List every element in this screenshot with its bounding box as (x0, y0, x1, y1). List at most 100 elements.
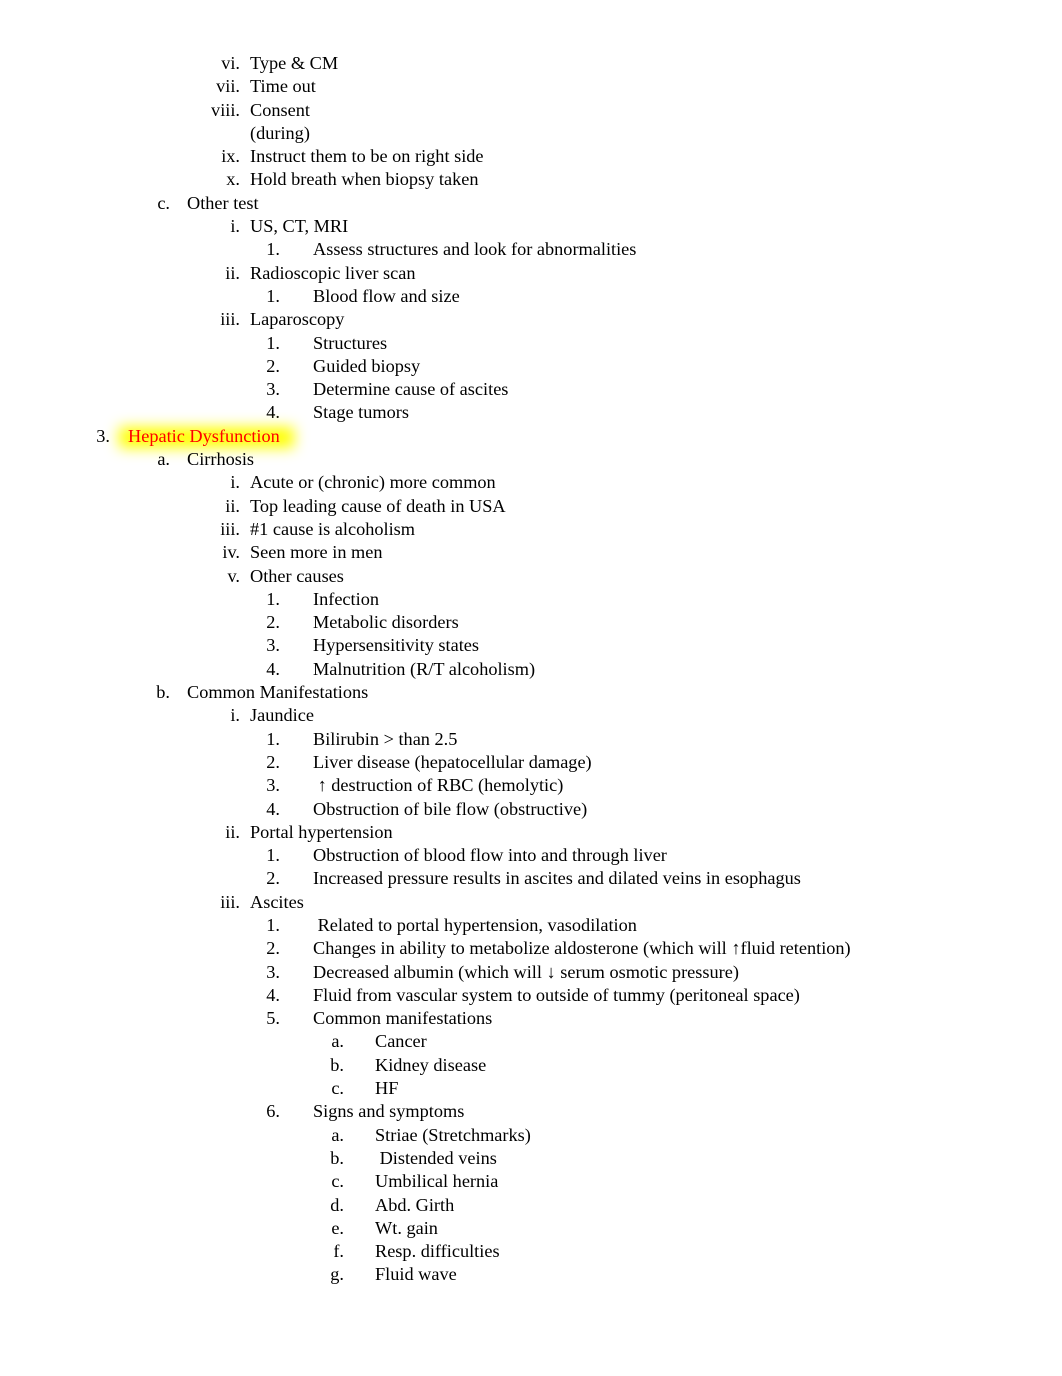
outline-item: 2. Liver disease (hepatocellular damage) (0, 751, 1062, 774)
outline-item: b. Kidney disease (0, 1054, 1062, 1077)
outline-item: c. Umbilical hernia (0, 1170, 1062, 1193)
outline-text: Cirrhosis (187, 449, 255, 470)
outline-marker: 2. (266, 355, 280, 376)
outline-marker: 4. (266, 658, 280, 679)
outline-marker: iv. (222, 542, 240, 563)
outline-item: v. Other causes (0, 565, 1062, 588)
outline-item: ix. Instruct them to be on right side (0, 145, 1062, 168)
outline-marker: e. (331, 1217, 344, 1238)
outline-item: 3. Decreased albumin (which will ↓ serum … (0, 961, 1062, 984)
outline-text: Infection (313, 588, 379, 609)
outline-marker: i. (230, 216, 240, 237)
outline-item: 4. Obstruction of bile flow (obstructive) (0, 798, 1062, 821)
outline-item: a. Striae (Stretchmarks) (0, 1124, 1062, 1147)
outline-marker: 2. (266, 612, 280, 633)
outline-marker: 3. (96, 425, 110, 446)
outline-text: Resp. difficulties (375, 1241, 500, 1262)
outline-text: #1 cause is alcoholism (250, 518, 416, 539)
outline-text: Portal hypertension (250, 821, 393, 842)
outline-text: Seen more in men (250, 542, 383, 563)
outline-text: Abd. Girth (375, 1194, 455, 1215)
outline-marker: b. (330, 1147, 344, 1168)
outline-text: Blood flow and size (313, 285, 460, 306)
outline-marker: 1. (266, 728, 280, 749)
outline-text: Ascites (250, 891, 304, 912)
outline-marker: 2. (266, 751, 280, 772)
outline-item: 4. Fluid from vascular system to outside … (0, 984, 1062, 1007)
outline-text: Assess structures and look for abnormali… (313, 239, 637, 260)
outline-item: 1. Related to portal hypertension, vasod… (0, 914, 1062, 937)
outline-item: vii. Time out (0, 75, 1062, 98)
outline-text: Kidney disease (375, 1054, 487, 1075)
outline-item: i. Jaundice (0, 704, 1062, 727)
outline-text: Guided biopsy (313, 355, 421, 376)
outline-text: Acute or (chronic) more common (250, 472, 496, 493)
outline-marker: 1. (266, 845, 280, 866)
outline-text: Top leading cause of death in USA (250, 495, 506, 516)
outline-marker: 3. (266, 379, 280, 400)
outline-marker: ix. (221, 146, 240, 167)
outline-item: iii. #1 cause is alcoholism (0, 518, 1062, 541)
outline-marker: v. (227, 565, 240, 586)
outline-item: ii. Top leading cause of death in USA (0, 495, 1062, 518)
outline-marker: 1. (266, 285, 280, 306)
outline-item: e. Wt. gain (0, 1217, 1062, 1240)
outline-text: Related to portal hypertension, vasodila… (313, 914, 637, 935)
outline-item: 1. Infection (0, 588, 1062, 611)
outline-item: 1. Assess structures and look for abnorma… (0, 238, 1062, 261)
outline-marker: vi. (221, 53, 240, 73)
outline-marker: iii. (220, 518, 240, 539)
outline-marker: b. (330, 1054, 344, 1075)
outline-marker: iii. (220, 891, 240, 912)
outline-text: Jaundice (250, 705, 314, 726)
outline-text: Wt. gain (375, 1217, 438, 1238)
outline-item: f. Resp. difficulties (0, 1240, 1062, 1263)
outline-text: Striae (Stretchmarks) (375, 1124, 531, 1145)
outline-item: ii. Radioscopic liver scan (0, 262, 1062, 285)
outline-marker: d. (330, 1194, 344, 1215)
outline-text: Instruct them to be on right side (250, 146, 484, 167)
outline-marker: ii. (225, 821, 240, 842)
outline-text: Other test (187, 192, 259, 213)
outline-text: Cancer (375, 1031, 427, 1052)
outline-text: Determine cause of ascites (313, 379, 509, 400)
outline-text: Common Manifestations (187, 682, 369, 703)
outline-marker: a. (331, 1031, 344, 1052)
outline-text: Bilirubin > than 2.5 (313, 728, 458, 749)
outline-item: 2. Increased pressure results in ascites … (0, 867, 1062, 890)
outline-text: Type & CM (250, 53, 339, 73)
outline-item: x. Hold breath when biopsy taken (0, 168, 1062, 191)
outline-item: a. Cirrhosis (0, 448, 1062, 471)
outline-item: i. US, CT, MRI (0, 215, 1062, 238)
outline-item: 1. Obstruction of blood flow into and thr… (0, 844, 1062, 867)
outline-item: i. Acute or (chronic) more common (0, 471, 1062, 494)
outline-marker: 4. (266, 402, 280, 423)
outline-text: (during) (250, 122, 310, 143)
outline-text: Hold breath when biopsy taken (250, 169, 479, 190)
outline-marker: 3. (266, 635, 280, 656)
outline-item: 1. Bilirubin > than 2.5 (0, 728, 1062, 751)
outline-marker: 4. (266, 984, 280, 1005)
outline-item: a. Cancer (0, 1030, 1062, 1053)
outline-marker: 6. (266, 1101, 280, 1122)
outline-marker: c. (157, 192, 170, 213)
outline-text: Time out (250, 76, 316, 97)
outline-text: Fluid from vascular system to outside of… (313, 984, 800, 1005)
outline-text: US, CT, MRI (250, 216, 349, 237)
outline-item: c. Other test (0, 192, 1062, 215)
outline-marker: f. (333, 1241, 344, 1262)
outline-item: ii. Portal hypertension (0, 821, 1062, 844)
outline-marker: ii. (225, 495, 240, 516)
outline-text: Common manifestations (313, 1008, 493, 1029)
outline-marker: b. (156, 682, 170, 703)
outline-marker: iii. (220, 309, 240, 330)
outline-text: HF (375, 1078, 399, 1099)
outline-text: Radioscopic liver scan (250, 262, 416, 283)
outline-item: iii. Laparoscopy (0, 308, 1062, 331)
outline-item: 3. Hepatic Dysfunction (0, 425, 1062, 448)
outline-marker: 1. (266, 914, 280, 935)
outline-item: 1. Structures (0, 332, 1062, 355)
outline-marker: 1. (266, 588, 280, 609)
document-page: vi. Type & CM vii. Time out viii. Consent (dur… (0, 0, 1062, 1376)
outline-marker: 1. (266, 239, 280, 260)
